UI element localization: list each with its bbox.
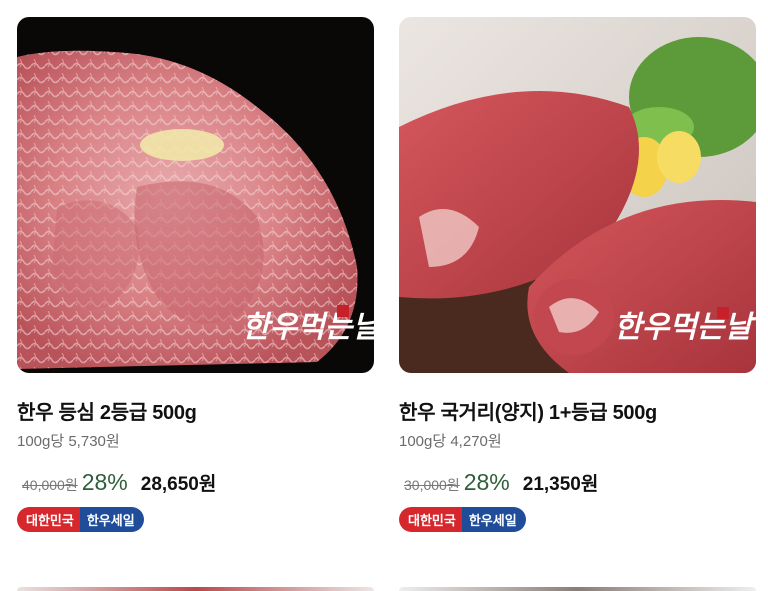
original-price: 40,000원 [22,477,78,493]
badge-hanwoo-sale: 한우세일 [461,507,526,532]
svg-text:한우먹는날: 한우먹는날 [614,310,756,345]
product-title[interactable]: 한우 등심 2등급 500g [17,400,374,426]
price-row: 40,000원 28% 28,650원 [17,469,374,497]
discount-rate: 28% [81,469,128,495]
badge-korea: 대한민국 [17,507,80,532]
beef-sirloin-photo-icon: 한우먹는날 [17,17,374,373]
product-image[interactable]: 한우먹는날 [399,17,756,373]
watermark: 한우먹는날 [614,307,756,345]
promo-badge: 대한민국 한우세일 [399,507,526,532]
watermark: 한우먹는날 [242,305,374,345]
final-price: 21,350원 [522,474,599,495]
product-image[interactable]: 한우먹는날 [17,17,374,373]
beef-brisket-photo-icon: 한우먹는날 [399,17,756,373]
product-grid: 한우먹는날 한우 등심 2등급 500g 100g당 5,730원 40,000… [0,0,768,591]
product-card[interactable]: 한우먹는날 한우 국거리(양지) 1+등급 500g 100g당 4,270원 … [399,17,756,532]
final-price: 28,650원 [140,474,217,495]
unit-price: 100g당 5,730원 [17,433,120,450]
original-price: 30,000원 [404,477,460,493]
svg-text:한우먹는날: 한우먹는날 [242,310,374,345]
next-product-image-peek[interactable] [17,587,374,591]
product-card[interactable]: 한우먹는날 한우 등심 2등급 500g 100g당 5,730원 40,000… [17,17,374,532]
badge-korea: 대한민국 [399,507,462,532]
product-title[interactable]: 한우 국거리(양지) 1+등급 500g [399,400,756,426]
next-product-image-peek[interactable] [399,587,756,591]
promo-badge: 대한민국 한우세일 [17,507,144,532]
discount-rate: 28% [463,469,510,495]
unit-price: 100g당 4,270원 [399,433,502,450]
price-row: 30,000원 28% 21,350원 [399,469,756,497]
badge-hanwoo-sale: 한우세일 [79,507,144,532]
